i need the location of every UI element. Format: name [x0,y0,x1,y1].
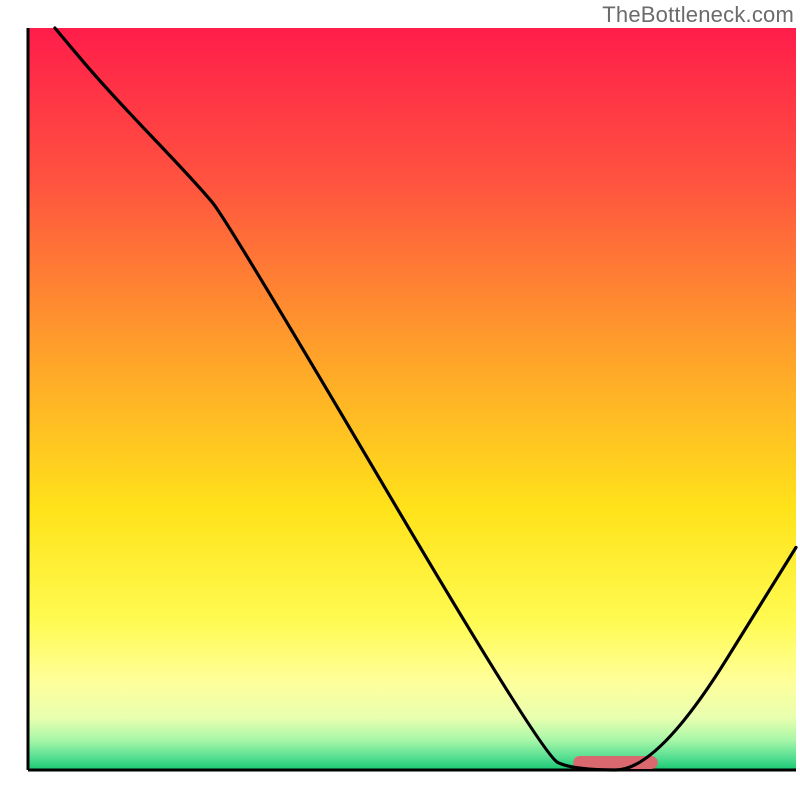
plot-background [28,28,796,770]
bottleneck-chart [0,0,800,800]
chart-container: TheBottleneck.com [0,0,800,800]
watermark-text: TheBottleneck.com [602,2,794,28]
